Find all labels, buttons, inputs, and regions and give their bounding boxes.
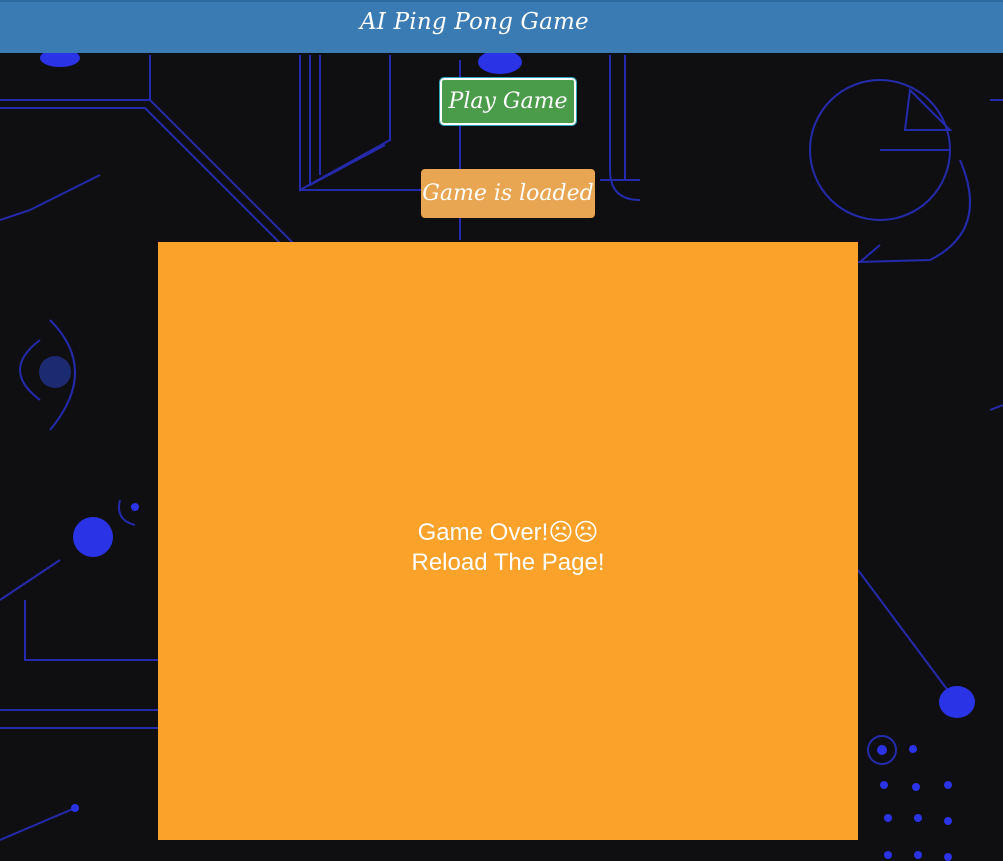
page-title: AI Ping Pong Game	[360, 9, 589, 35]
game-status-badge: Game is loaded	[421, 169, 595, 218]
page: AI Ping Pong Game Play Game Game is load…	[0, 0, 1003, 861]
header-bar: AI Ping Pong Game	[0, 0, 1003, 53]
game-board[interactable]: Game Over!☹☹ Reload The Page!	[158, 242, 858, 840]
reload-prompt-text: Reload The Page!	[411, 549, 605, 576]
play-game-button[interactable]: Play Game	[439, 77, 577, 126]
game-over-message: Game Over!☹☹ Reload The Page!	[158, 518, 858, 578]
game-over-text: Game Over!☹☹	[417, 519, 599, 546]
